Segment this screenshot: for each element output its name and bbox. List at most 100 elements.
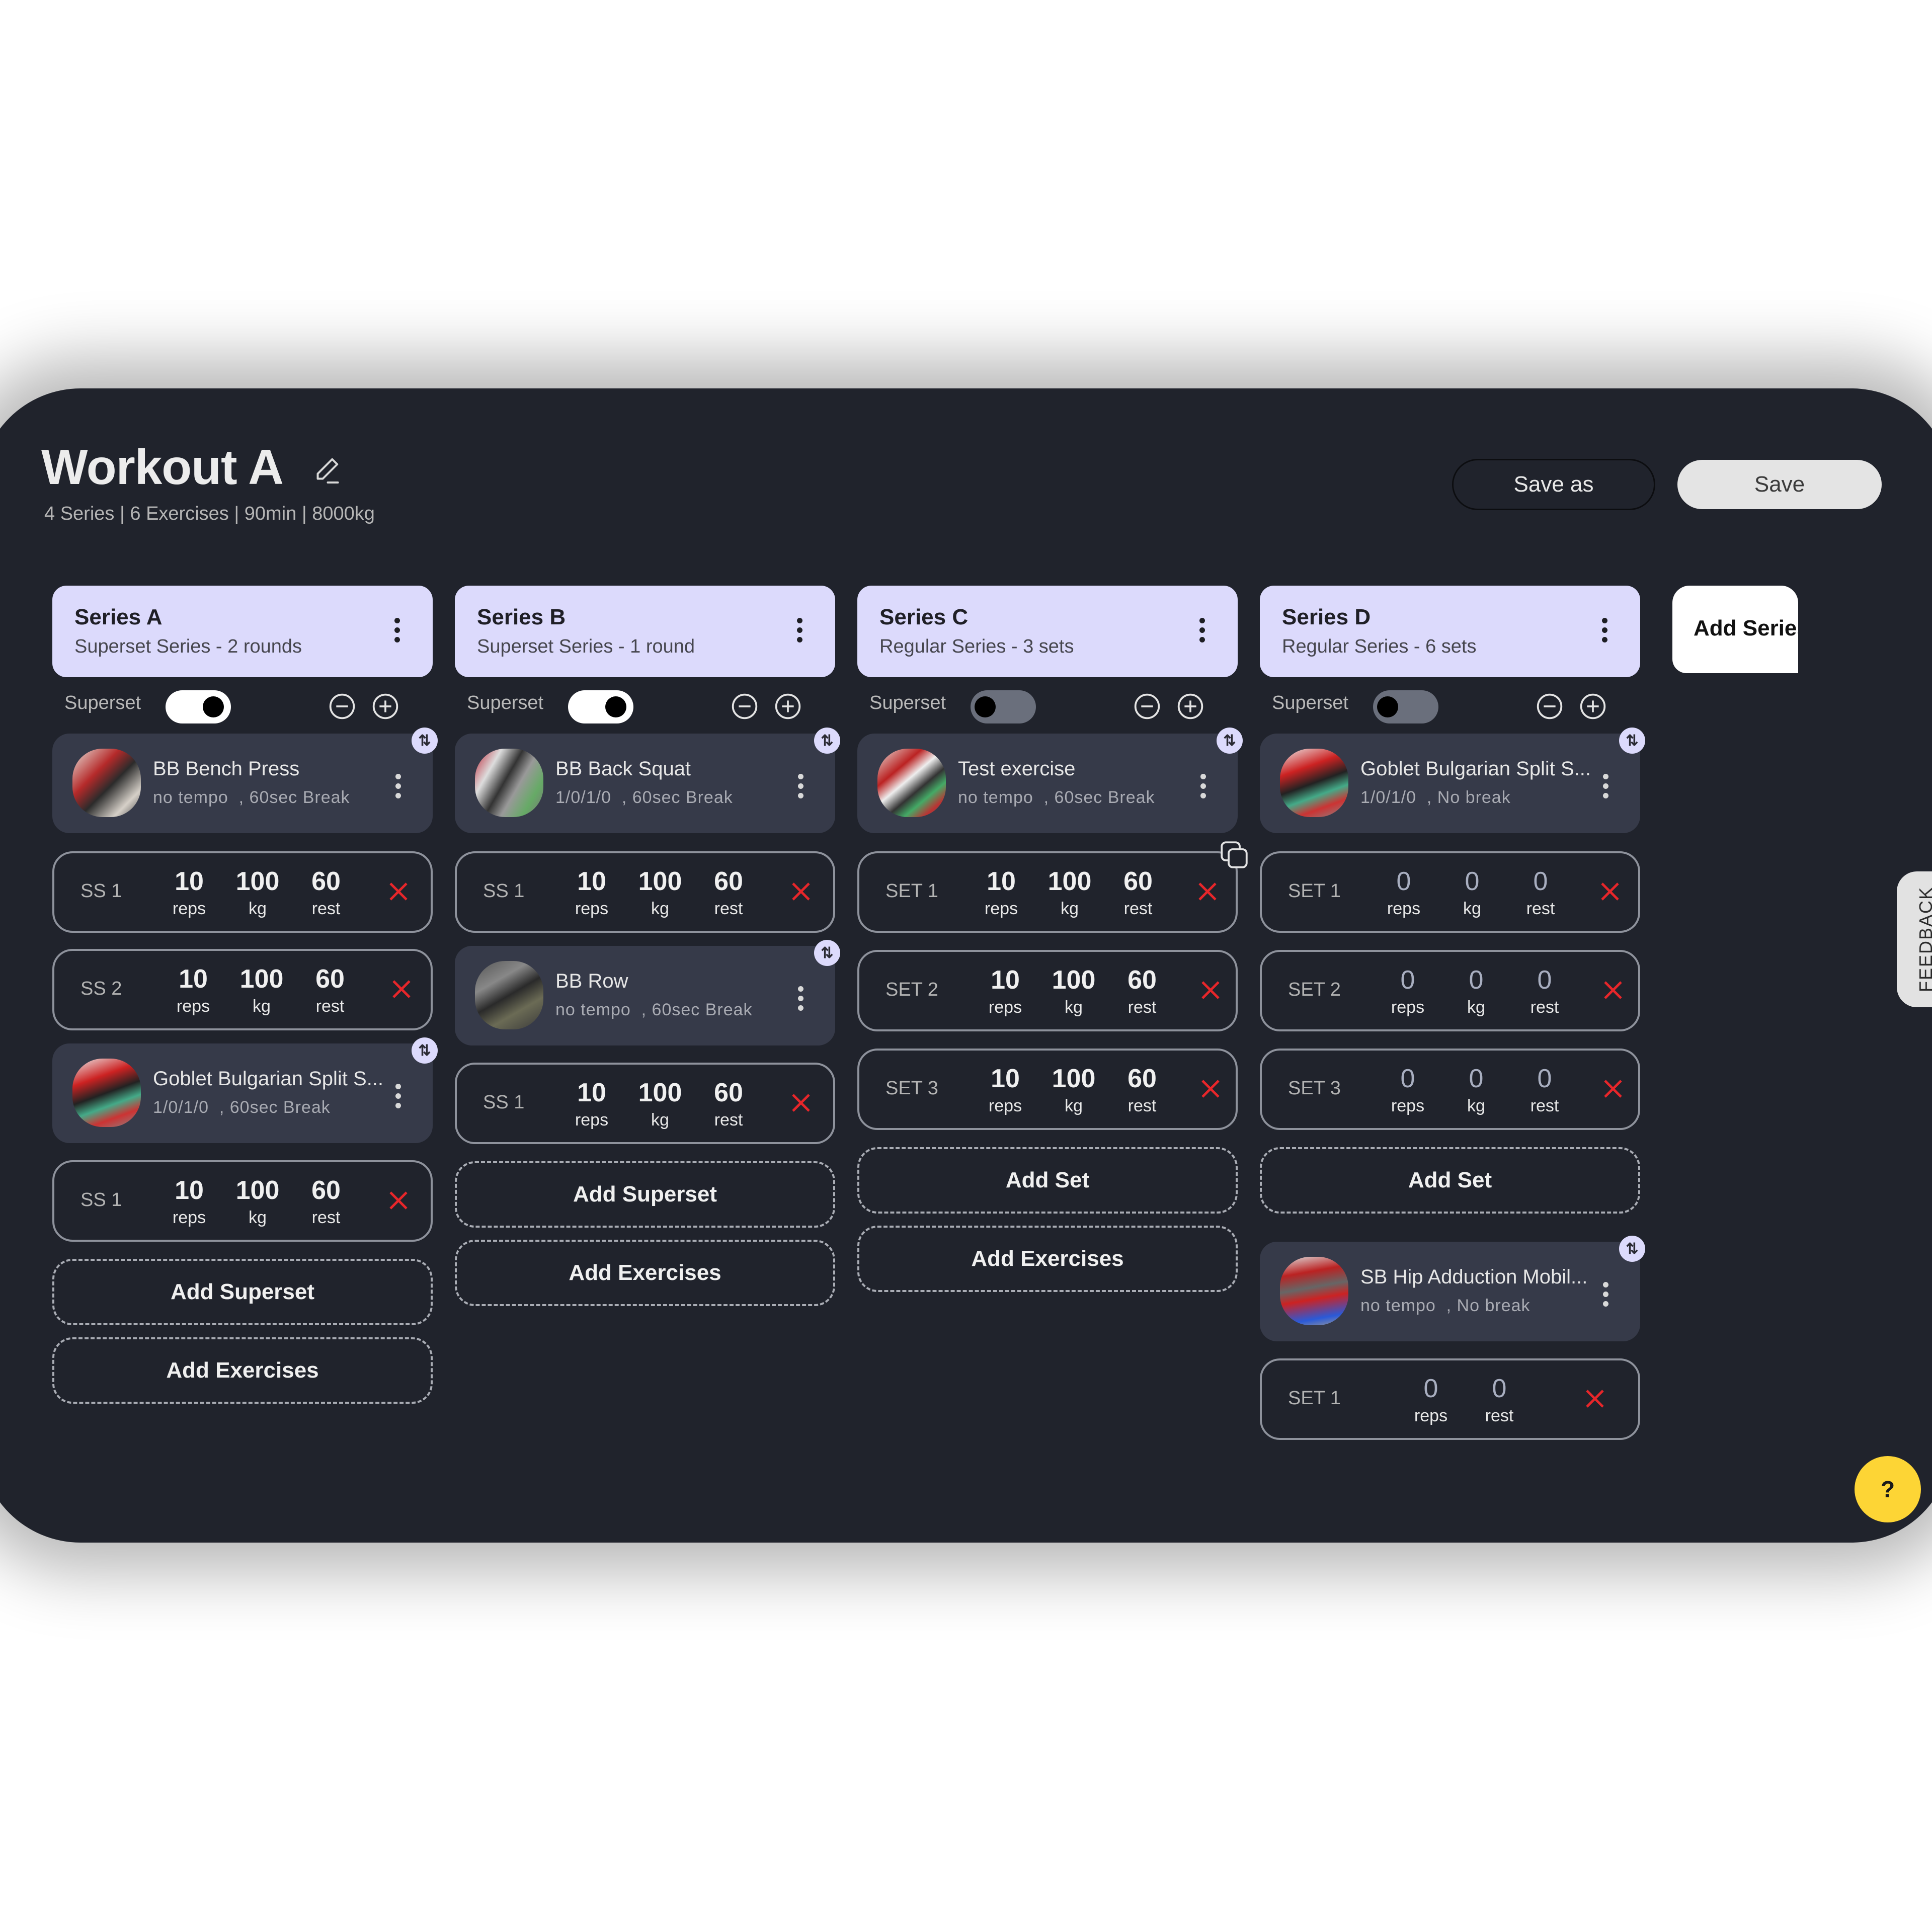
delete-x-icon[interactable] — [1598, 879, 1622, 904]
delete-x-icon[interactable] — [1198, 1077, 1223, 1101]
kg-field[interactable]: 0 kg — [1442, 866, 1502, 920]
reps-field[interactable]: 10 reps — [159, 866, 219, 920]
exercise-card[interactable]: BB Row no tempo , 60sec Break ⇅ — [455, 940, 840, 1045]
add-exercises-button[interactable]: Add Exercises — [455, 1240, 835, 1306]
reps-field[interactable]: 10 reps — [159, 1175, 219, 1229]
more-vertical-icon[interactable] — [798, 986, 804, 1015]
add-series-button[interactable]: Add Series — [1672, 586, 1798, 673]
series-header[interactable]: Series B Superset Series - 1 round — [455, 586, 835, 677]
save-button[interactable]: Save — [1677, 460, 1882, 509]
superset-toggle[interactable] — [1373, 690, 1438, 723]
delete-x-icon[interactable] — [386, 1188, 411, 1213]
rest-field[interactable]: 0 rest — [1514, 965, 1575, 1018]
superset-toggle[interactable] — [166, 690, 231, 723]
rest-field[interactable]: 0 rest — [1514, 1064, 1575, 1117]
kg-field[interactable]: 100 kg — [1043, 1064, 1104, 1117]
pencil-icon[interactable] — [311, 454, 342, 486]
exercise-card[interactable]: SB Hip Adduction Mobil... no tempo , No … — [1260, 1236, 1645, 1341]
swap-vertical-icon[interactable]: ⇅ — [412, 728, 438, 754]
more-vertical-icon[interactable] — [1200, 774, 1206, 802]
reps-field[interactable]: 10 reps — [975, 965, 1035, 1018]
swap-vertical-icon[interactable]: ⇅ — [1217, 728, 1243, 754]
save-as-button[interactable]: Save as — [1452, 459, 1655, 510]
exercise-card[interactable]: BB Bench Press no tempo , 60sec Break ⇅ — [52, 728, 438, 833]
copy-icon[interactable] — [1218, 838, 1251, 871]
swap-vertical-icon[interactable]: ⇅ — [814, 940, 840, 966]
add-set-button[interactable]: Add Set — [857, 1147, 1238, 1214]
delete-x-icon[interactable] — [389, 977, 414, 1001]
more-vertical-icon[interactable] — [395, 774, 401, 802]
kg-field[interactable]: 100 kg — [630, 866, 690, 920]
exercise-card[interactable]: Goblet Bulgarian Split S... 1/0/1/0 , No… — [1260, 728, 1645, 833]
series-header[interactable]: Series D Regular Series - 6 sets — [1260, 586, 1640, 677]
exercise-card[interactable]: BB Back Squat 1/0/1/0 , 60sec Break ⇅ — [455, 728, 840, 833]
kg-field[interactable]: 100 kg — [1043, 965, 1104, 1018]
exercise-card[interactable]: Goblet Bulgarian Split S... 1/0/1/0 , 60… — [52, 1037, 438, 1143]
reps-field[interactable]: 0 reps — [1378, 965, 1438, 1018]
reps-field[interactable]: 0 reps — [1374, 866, 1434, 920]
kg-field[interactable]: 100 kg — [630, 1078, 690, 1131]
swap-vertical-icon[interactable]: ⇅ — [814, 728, 840, 754]
plus-circle-icon[interactable] — [371, 692, 399, 720]
add-superset-button[interactable]: Add Superset — [52, 1259, 433, 1325]
more-vertical-icon[interactable] — [1199, 618, 1205, 647]
delete-x-icon[interactable] — [386, 879, 411, 904]
add-exercises-button[interactable]: Add Exercises — [857, 1226, 1238, 1292]
rest-field[interactable]: 60 rest — [1108, 866, 1168, 920]
rest-field[interactable]: 60 rest — [296, 866, 356, 920]
rest-field[interactable]: 60 rest — [698, 866, 759, 920]
more-vertical-icon[interactable] — [394, 618, 400, 647]
reps-field[interactable]: 10 reps — [975, 1064, 1035, 1117]
kg-field[interactable]: 100 kg — [227, 1175, 288, 1229]
swap-vertical-icon[interactable]: ⇅ — [412, 1037, 438, 1064]
minus-circle-icon[interactable] — [731, 692, 759, 720]
rest-field[interactable]: 0 rest — [1469, 1374, 1530, 1427]
more-vertical-icon[interactable] — [1602, 618, 1608, 647]
superset-toggle[interactable] — [568, 690, 633, 723]
more-vertical-icon[interactable] — [1603, 1282, 1609, 1311]
delete-x-icon[interactable] — [1601, 978, 1625, 1002]
delete-x-icon[interactable] — [789, 879, 813, 904]
rest-field[interactable]: 60 rest — [300, 964, 360, 1017]
kg-field[interactable]: 100 kg — [231, 964, 292, 1017]
feedback-tab[interactable]: FEEDBACK — [1897, 871, 1932, 1007]
kg-field[interactable]: 100 kg — [1039, 866, 1100, 920]
plus-circle-icon[interactable] — [774, 692, 802, 720]
add-superset-button[interactable]: Add Superset — [455, 1161, 835, 1228]
plus-circle-icon[interactable] — [1176, 692, 1204, 720]
reps-field[interactable]: 10 reps — [561, 1078, 622, 1131]
superset-toggle[interactable] — [971, 690, 1036, 723]
delete-x-icon[interactable] — [1583, 1387, 1607, 1411]
more-vertical-icon[interactable] — [1603, 774, 1609, 802]
reps-field[interactable]: 10 reps — [163, 964, 223, 1017]
rest-field[interactable]: 60 rest — [296, 1175, 356, 1229]
add-set-button[interactable]: Add Set — [1260, 1147, 1640, 1214]
series-header[interactable]: Series C Regular Series - 3 sets — [857, 586, 1238, 677]
more-vertical-icon[interactable] — [798, 774, 804, 802]
plus-circle-icon[interactable] — [1579, 692, 1607, 720]
kg-field[interactable]: 0 kg — [1446, 965, 1506, 1018]
delete-x-icon[interactable] — [1601, 1077, 1625, 1101]
swap-vertical-icon[interactable]: ⇅ — [1619, 728, 1645, 754]
reps-field[interactable]: 10 reps — [971, 866, 1031, 920]
minus-circle-icon[interactable] — [1536, 692, 1564, 720]
rest-field[interactable]: 60 rest — [1112, 1064, 1172, 1117]
rest-field[interactable]: 60 rest — [1112, 965, 1172, 1018]
more-vertical-icon[interactable] — [395, 1084, 401, 1112]
reps-field[interactable]: 0 reps — [1378, 1064, 1438, 1117]
reps-field[interactable]: 0 reps — [1401, 1374, 1461, 1427]
add-exercises-button[interactable]: Add Exercises — [52, 1337, 433, 1404]
exercise-card[interactable]: Test exercise no tempo , 60sec Break ⇅ — [857, 728, 1243, 833]
rest-field[interactable]: 0 rest — [1510, 866, 1571, 920]
more-vertical-icon[interactable] — [797, 618, 803, 647]
delete-x-icon[interactable] — [789, 1091, 813, 1115]
series-header[interactable]: Series A Superset Series - 2 rounds — [52, 586, 433, 677]
rest-field[interactable]: 60 rest — [698, 1078, 759, 1131]
minus-circle-icon[interactable] — [1133, 692, 1161, 720]
kg-field[interactable]: 0 kg — [1446, 1064, 1506, 1117]
minus-circle-icon[interactable] — [328, 692, 356, 720]
help-button[interactable]: ? — [1855, 1456, 1921, 1522]
kg-field[interactable]: 100 kg — [227, 866, 288, 920]
swap-vertical-icon[interactable]: ⇅ — [1619, 1236, 1645, 1262]
delete-x-icon[interactable] — [1195, 879, 1220, 904]
